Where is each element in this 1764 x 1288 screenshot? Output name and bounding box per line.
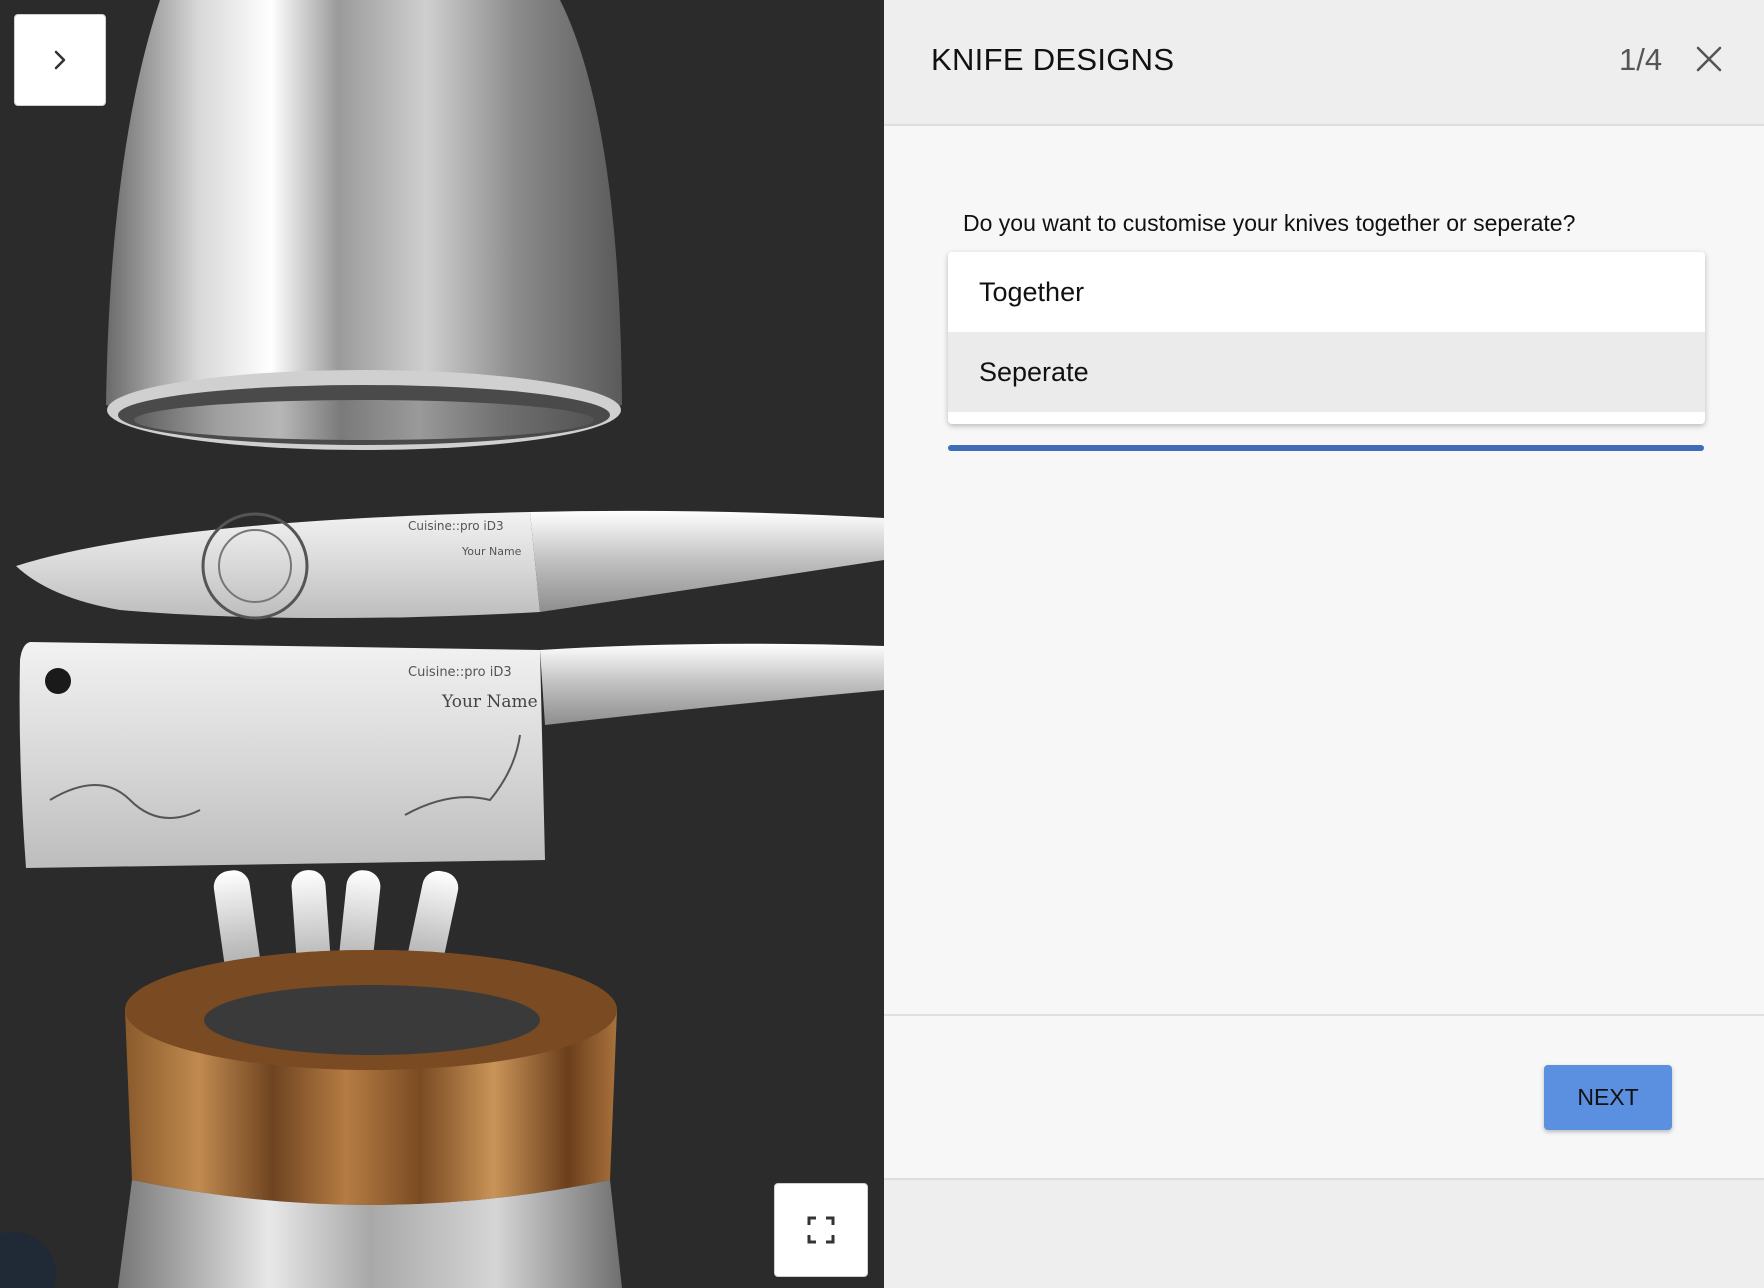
config-panel: KNIFE DESIGNS 1/4 Do you want to customi… <box>884 0 1764 1288</box>
dropdown-option-seperate[interactable]: Seperate <box>948 332 1705 412</box>
close-button[interactable] <box>1690 40 1728 78</box>
divider <box>884 1014 1764 1016</box>
step-indicator: 1/4 <box>1619 42 1663 77</box>
panel-footer <box>884 1178 1764 1288</box>
chevron-right-icon <box>54 50 66 70</box>
page-title: KNIFE DESIGNS <box>931 42 1175 77</box>
panel-header: KNIFE DESIGNS 1/4 <box>884 0 1764 126</box>
svg-text:Cuisine::pro iD3: Cuisine::pro iD3 <box>408 519 504 533</box>
svg-text:Cuisine::pro iD3: Cuisine::pro iD3 <box>408 665 512 680</box>
dropdown-option-together[interactable]: Together <box>948 252 1705 332</box>
question-label: Do you want to customise your knives tog… <box>963 210 1576 236</box>
knife-block-render: Cuisine::pro iD3 Your Name Cuisine::pro … <box>16 0 884 1288</box>
toggle-panel-button[interactable] <box>14 14 106 106</box>
fullscreen-icon <box>807 1216 835 1244</box>
product-viewer[interactable]: Cuisine::pro iD3 Your Name Cuisine::pro … <box>0 0 884 1288</box>
dropdown-underline <box>948 445 1704 451</box>
svg-text:Your Name: Your Name <box>461 545 522 558</box>
svg-text:Your Name: Your Name <box>441 692 538 712</box>
fullscreen-button[interactable] <box>774 1183 868 1277</box>
next-button[interactable]: NEXT <box>1544 1065 1672 1130</box>
close-icon <box>1696 46 1722 72</box>
dropdown-menu: Together Seperate <box>948 252 1705 424</box>
